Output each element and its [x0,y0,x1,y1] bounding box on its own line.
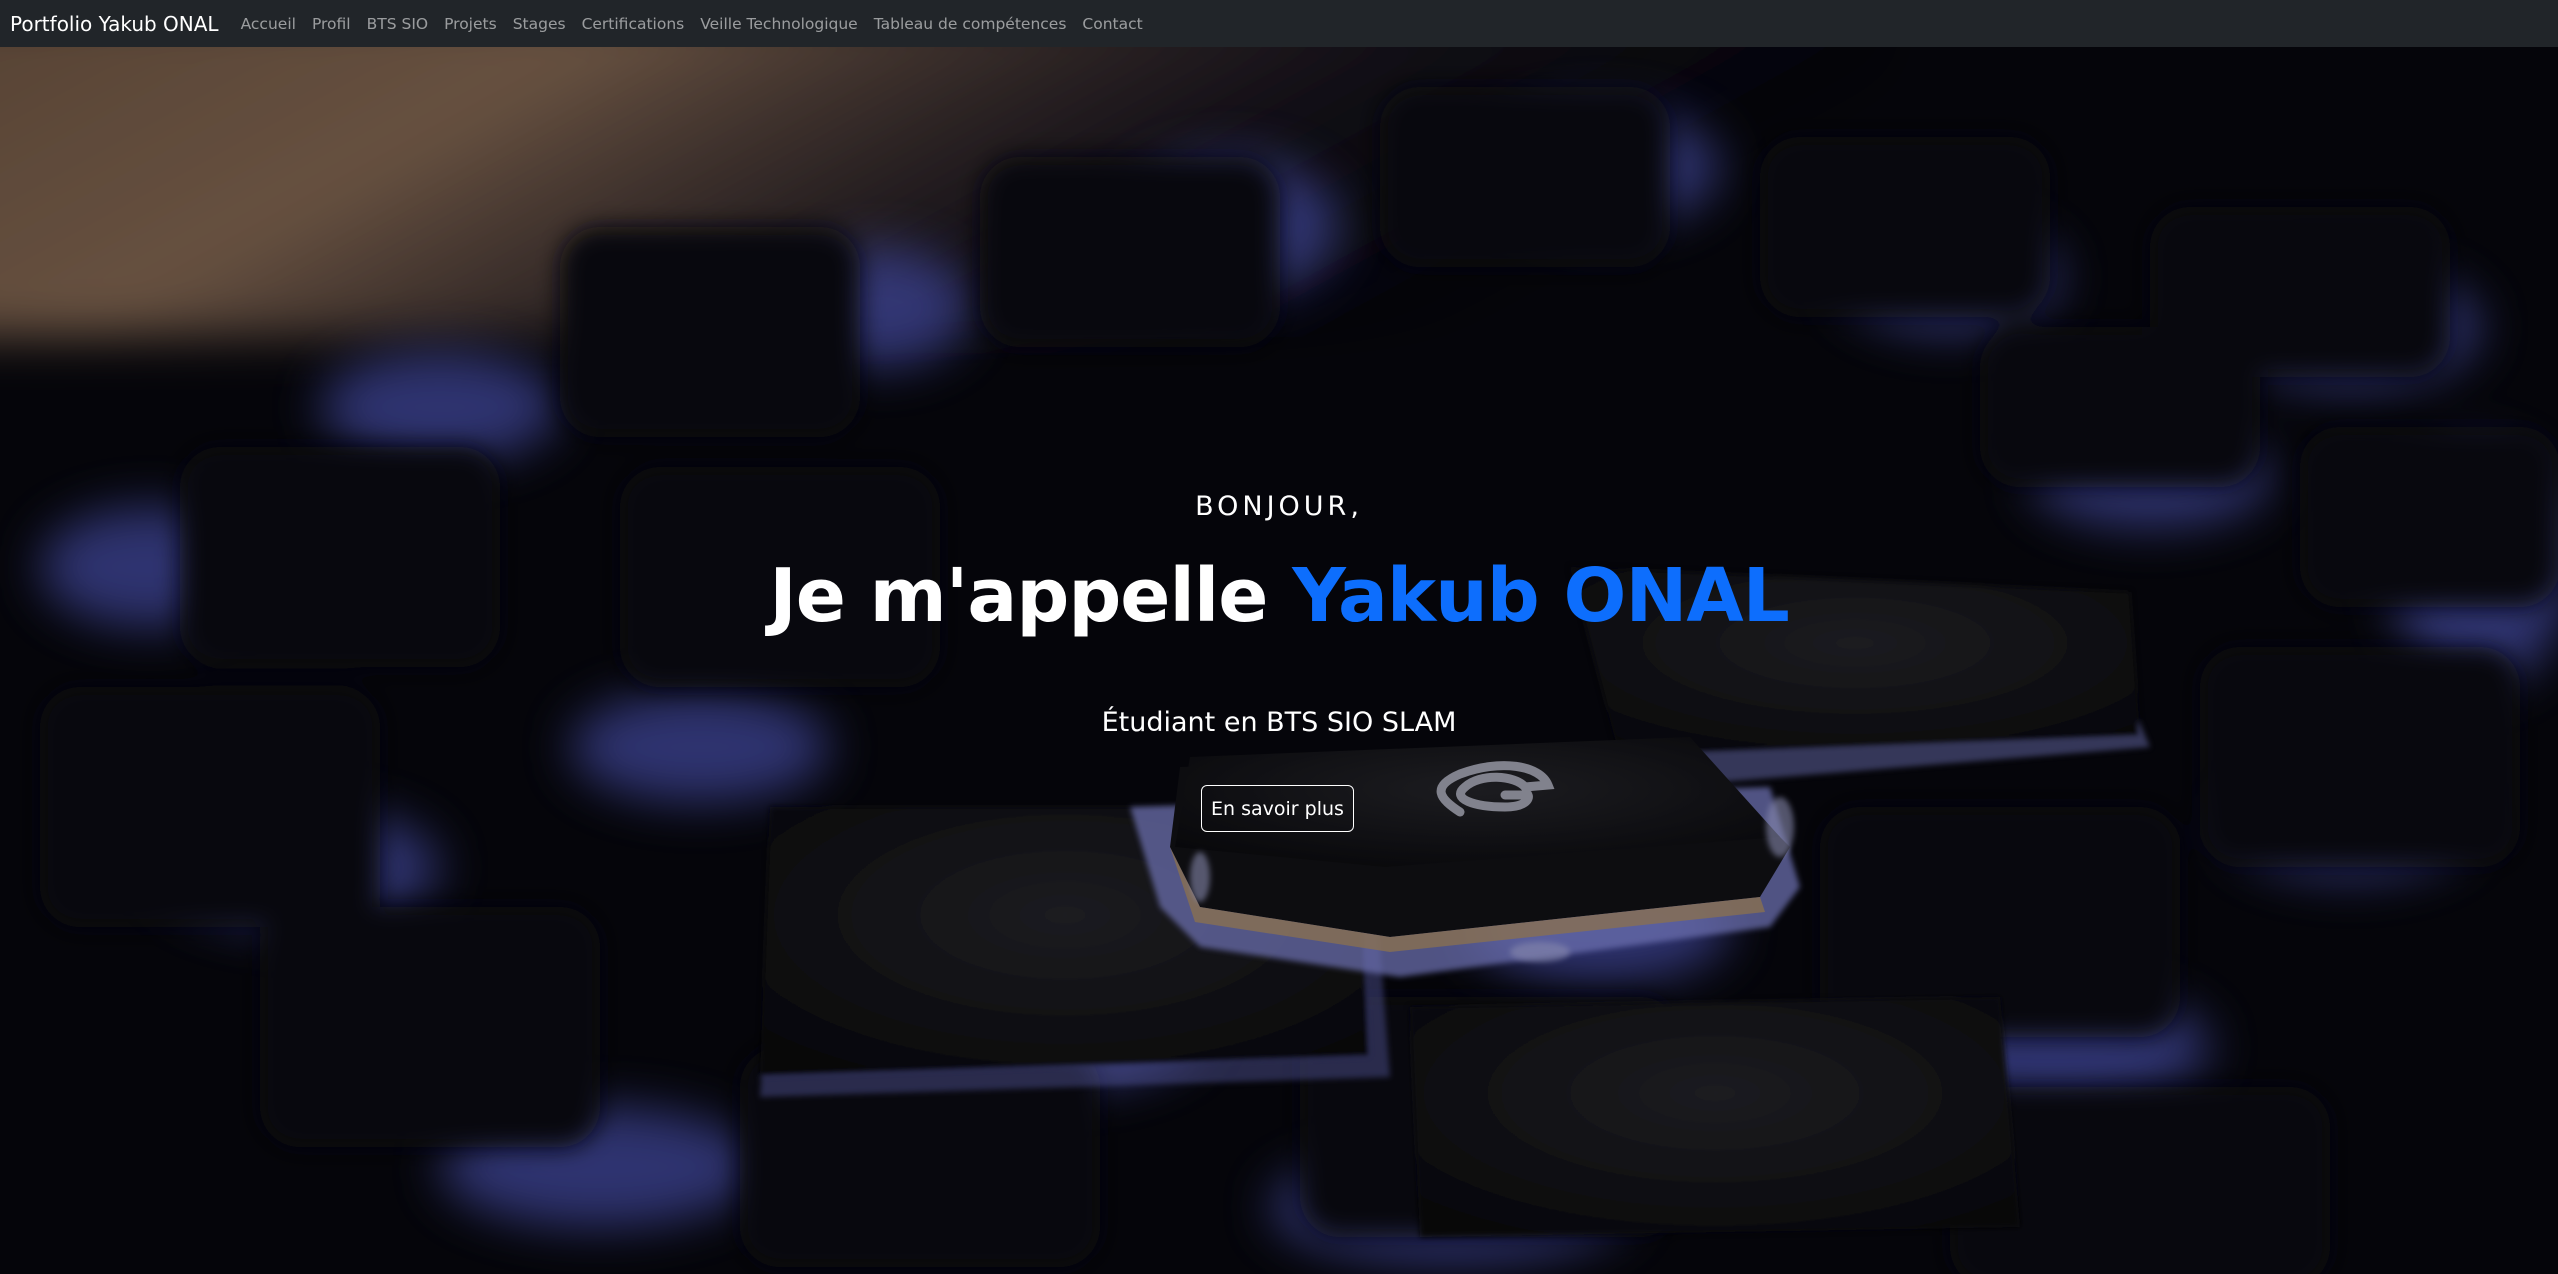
top-navbar: Portfolio Yakub ONAL Accueil Profil BTS … [0,0,2558,47]
nav-item-certifications[interactable]: Certifications [582,15,685,33]
nav-item-contact[interactable]: Contact [1082,15,1142,33]
nav-item-stages[interactable]: Stages [513,15,566,33]
nav-item-veille-technologique[interactable]: Veille Technologique [700,15,857,33]
hero-section: BONJOUR, Je m'appelle Yakub ONAL Étudian… [0,47,2558,1274]
hero-subtitle: Étudiant en BTS SIO SLAM [1101,707,1457,738]
nav-item-projets[interactable]: Projets [444,15,497,33]
headline-name: Yakub ONAL [1292,553,1790,639]
nav-item-accueil[interactable]: Accueil [241,15,296,33]
nav-links: Accueil Profil BTS SIO Projets Stages Ce… [241,15,1143,33]
nav-item-profil[interactable]: Profil [312,15,351,33]
learn-more-button[interactable]: En savoir plus [1201,785,1354,832]
hero-greeting: BONJOUR, [1195,491,1363,522]
brand-link[interactable]: Portfolio Yakub ONAL [10,12,219,36]
hero-headline: Je m'appelle Yakub ONAL [0,553,2558,639]
headline-prefix: Je m'appelle [769,553,1293,639]
hero-content: BONJOUR, Je m'appelle Yakub ONAL Étudian… [0,47,2558,1274]
nav-item-tableau-de-competences[interactable]: Tableau de compétences [874,15,1067,33]
nav-item-bts-sio[interactable]: BTS SIO [367,15,428,33]
